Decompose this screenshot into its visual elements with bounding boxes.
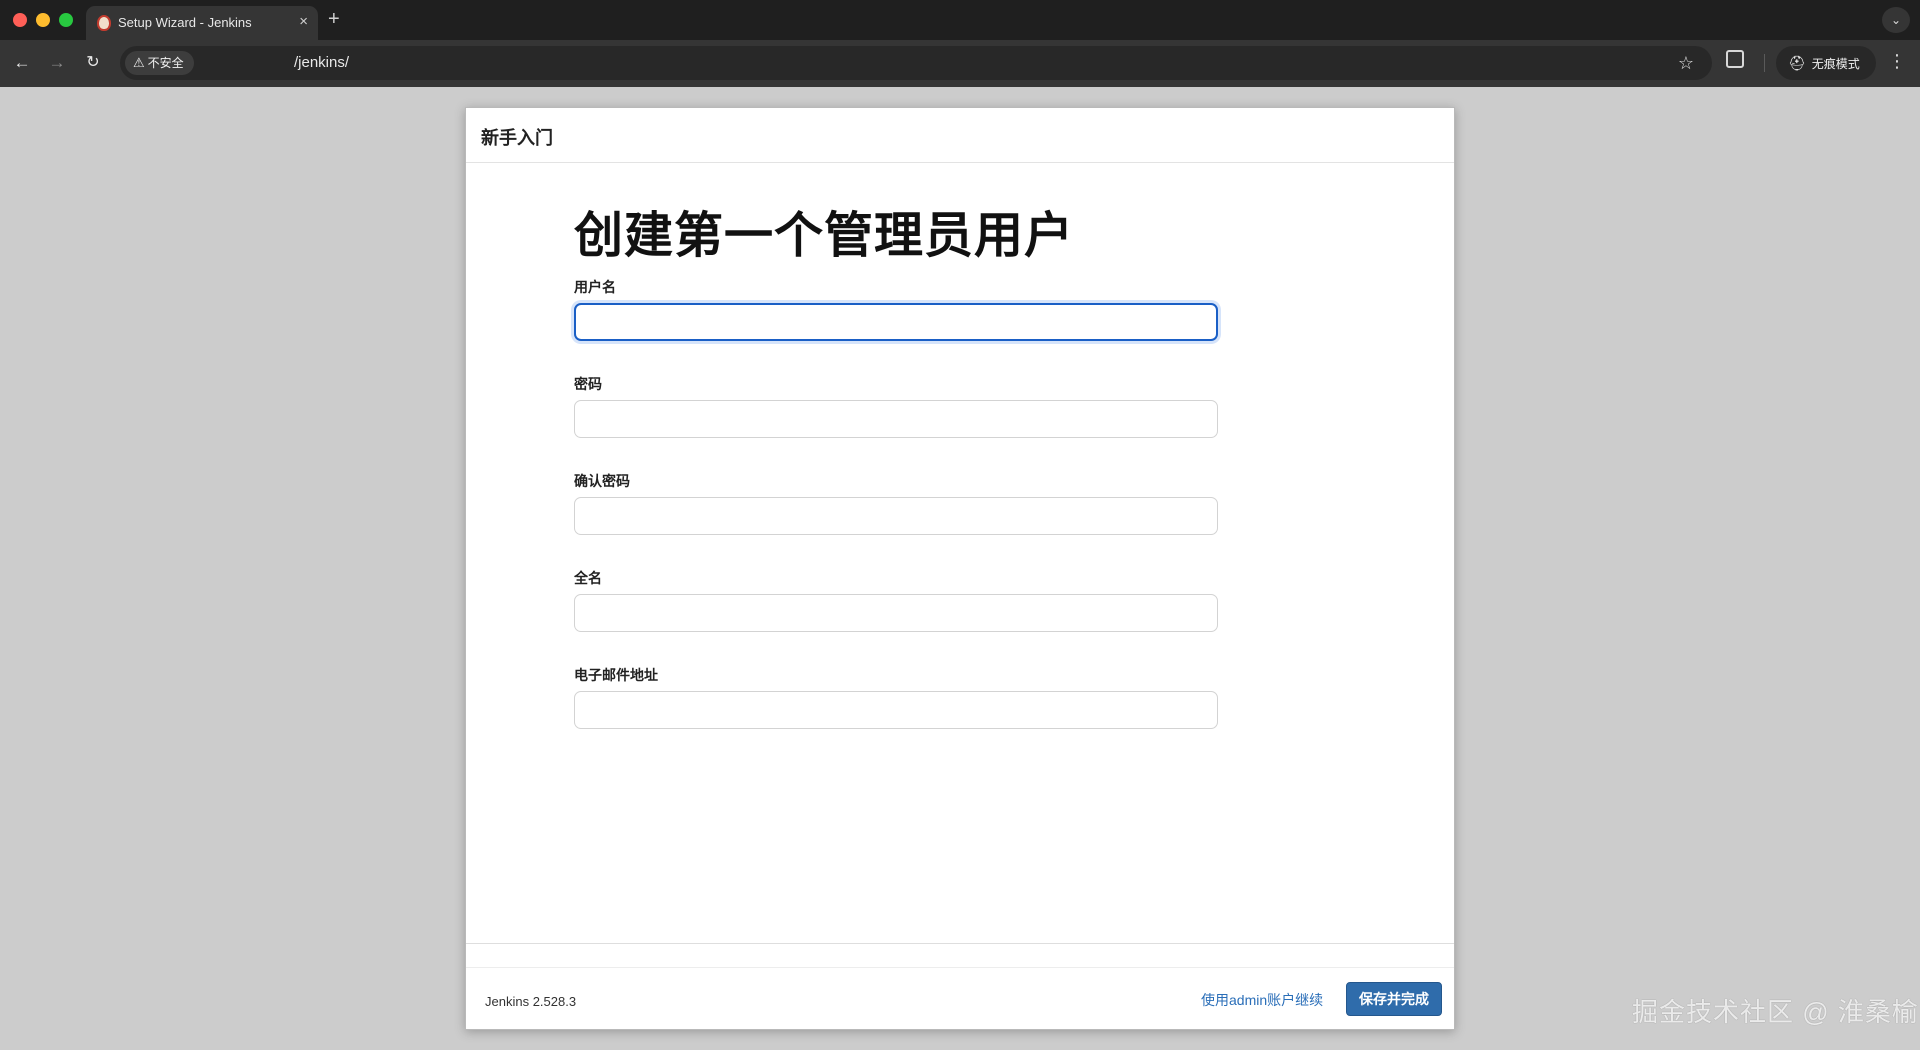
forward-arrow-icon[interactable]: → <box>44 50 70 76</box>
toolbar-divider <box>1764 54 1765 72</box>
tab-close-icon[interactable]: × <box>299 13 308 31</box>
jenkins-version: Jenkins 2.528.3 <box>485 994 577 1009</box>
confirm-password-label: 确认密码 <box>574 473 630 489</box>
confirm-password-input[interactable] <box>574 497 1218 535</box>
tab-bar: Setup Wizard - Jenkins × + ⌄ <box>0 0 1920 40</box>
extensions-icon[interactable] <box>1726 50 1744 68</box>
browser-tab[interactable]: Setup Wizard - Jenkins × <box>86 6 318 40</box>
password-label: 密码 <box>574 376 602 392</box>
reload-icon[interactable]: ↻ <box>80 50 106 76</box>
full-name-input[interactable] <box>574 594 1218 632</box>
dialog-header: 新手入门 <box>466 108 1454 163</box>
incognito-icon: ⛑ <box>1788 55 1806 71</box>
incognito-badge[interactable]: ⛑ 无痕模式 <box>1776 46 1876 80</box>
footer-divider <box>466 943 1454 944</box>
security-label: 不安全 <box>147 56 184 70</box>
tab-title: Setup Wizard - Jenkins <box>118 15 252 30</box>
incognito-label: 无痕模式 <box>1811 57 1860 71</box>
password-input[interactable] <box>574 400 1218 438</box>
jenkins-favicon-icon <box>97 15 111 31</box>
tab-search-dropdown-icon[interactable]: ⌄ <box>1882 7 1910 33</box>
minimize-window-button[interactable] <box>36 13 50 27</box>
browser-menu-icon[interactable]: ⋮ <box>1888 50 1906 72</box>
setup-wizard-dialog: 新手入门 创建第一个管理员用户 用户名 密码 确认密码 全名 电子邮件地址 Je… <box>465 107 1455 1030</box>
watermark-text: 掘金技术社区 @ 淮桑榆 <box>1632 997 1919 1027</box>
url-text[interactable]: /jenkins/ <box>294 54 349 71</box>
page-viewport: 新手入门 创建第一个管理员用户 用户名 密码 确认密码 全名 电子邮件地址 Je… <box>0 87 1920 1050</box>
bookmark-star-icon[interactable]: ☆ <box>1678 52 1694 74</box>
continue-as-admin-link[interactable]: 使用admin账户继续 <box>1201 990 1323 1010</box>
new-tab-button[interactable]: + <box>328 8 340 30</box>
username-label: 用户名 <box>574 279 616 295</box>
maximize-window-button[interactable] <box>59 13 73 27</box>
security-indicator[interactable]: ⚠ 不安全 <box>125 51 194 75</box>
back-arrow-icon[interactable]: ← <box>9 50 35 76</box>
username-input[interactable] <box>574 303 1218 341</box>
browser-toolbar: ← → ↻ ⚠ 不安全 /jenkins/ ☆ <box>0 40 1920 87</box>
address-bar[interactable]: ⚠ 不安全 /jenkins/ ☆ <box>120 46 1712 80</box>
dialog-title: 新手入门 <box>481 128 553 148</box>
email-input[interactable] <box>574 691 1218 729</box>
warning-icon: ⚠ <box>133 55 145 70</box>
footer-divider-inner <box>466 967 1454 968</box>
email-label: 电子邮件地址 <box>574 667 658 683</box>
full-name-label: 全名 <box>574 570 602 586</box>
save-and-finish-button[interactable]: 保存并完成 <box>1346 982 1442 1016</box>
close-window-button[interactable] <box>13 13 27 27</box>
page-heading: 创建第一个管理员用户 <box>574 209 1075 263</box>
